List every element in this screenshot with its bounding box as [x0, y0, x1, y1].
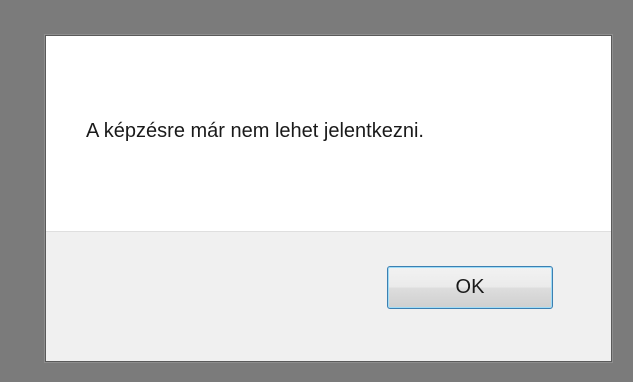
- dialog-message: A képzésre már nem lehet jelentkezni.: [86, 120, 424, 142]
- ok-button[interactable]: OK: [387, 266, 553, 309]
- alert-dialog: A képzésre már nem lehet jelentkezni. OK: [45, 35, 612, 362]
- dialog-body: A képzésre már nem lehet jelentkezni.: [46, 36, 611, 231]
- dialog-footer: OK: [46, 231, 611, 361]
